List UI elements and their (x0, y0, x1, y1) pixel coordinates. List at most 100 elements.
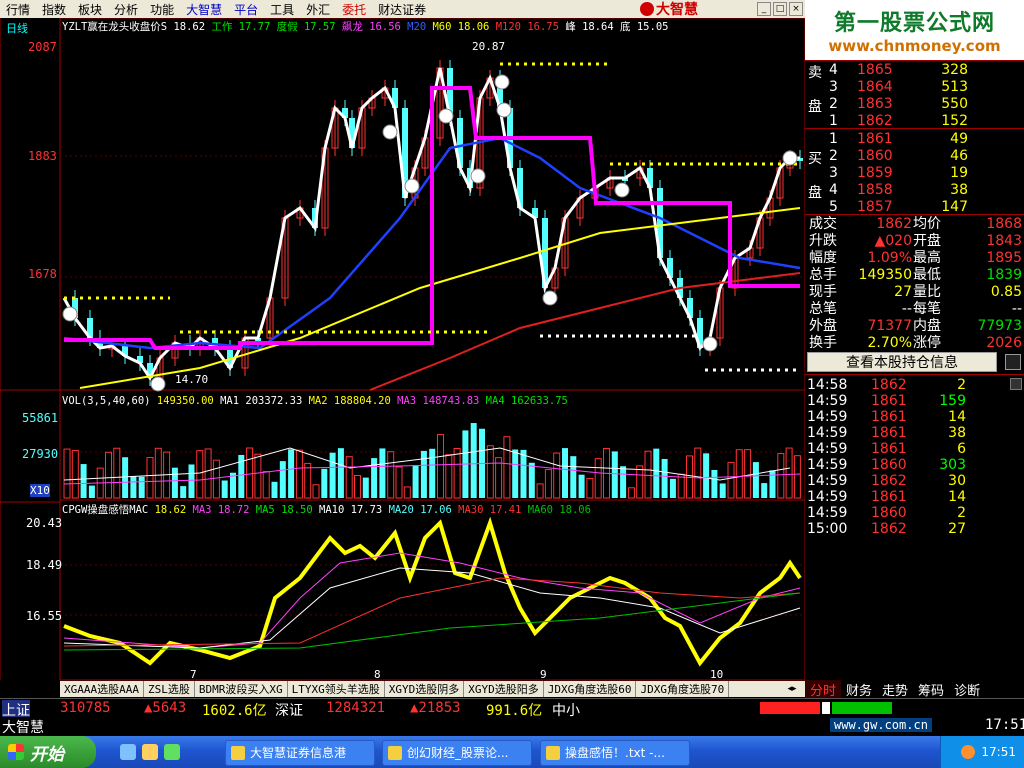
stat-label: 现手 (809, 284, 837, 300)
tab-timeshare[interactable]: 分时 (805, 679, 842, 699)
volume: 147 (941, 199, 968, 215)
taskbar-item[interactable]: 大智慧证券信息港 (225, 740, 375, 766)
stat-value: 2.70% (867, 335, 912, 351)
volume-bar (761, 483, 768, 498)
chart-area[interactable] (0, 18, 805, 698)
price: 1862 (857, 113, 893, 129)
tick-price: 1861 (871, 489, 907, 505)
tab-trend[interactable]: 走势 (877, 680, 913, 699)
scroll-up-icon[interactable] (1010, 378, 1022, 390)
stat-value: 0.85 (990, 284, 1022, 300)
stat-label: 总手 (809, 267, 837, 283)
tab-diagnose[interactable]: 诊断 (949, 680, 985, 699)
quote-row: 总手 149350 最低 1839 (805, 267, 1024, 283)
tick-price: 1860 (871, 457, 907, 473)
menu-item[interactable]: 外汇 (300, 1, 336, 18)
formula-tab[interactable]: ZSL选股 (144, 681, 195, 697)
menu-item[interactable]: 分析 (108, 1, 144, 18)
volume-bar (719, 483, 726, 498)
volume-bar (80, 464, 87, 498)
mac-header: CPGW操盘感悟MAC 18.62 MA3 18.72 MA5 18.50 MA… (62, 504, 591, 516)
stat-value: 1.09% (867, 250, 912, 266)
close-button[interactable]: × (789, 2, 803, 16)
tick-volume: 2 (957, 505, 966, 521)
menu-item[interactable]: 工具 (264, 1, 300, 18)
quote-row: 1 1862 152 (805, 113, 1024, 129)
quicklaunch-icon[interactable] (142, 744, 158, 760)
quote-row: 1 1861 49 (805, 131, 1024, 147)
formula-tab[interactable]: JDXG角度选股60 (544, 681, 637, 697)
stat-value: 1868 (986, 216, 1022, 232)
taskbar-item[interactable]: 操盘感悟！.txt -... (540, 740, 690, 766)
price: 1860 (857, 148, 893, 164)
price-axis-label: 1883 (28, 149, 57, 163)
taskbar-item[interactable]: 创幻财经_股票论... (382, 740, 532, 766)
formula-tab[interactable]: LTYXG领头羊选股 (288, 681, 385, 697)
menu-item[interactable]: 行情 (0, 1, 36, 18)
quote-row: 外盘 71377 内盘 77973 (805, 318, 1024, 334)
volume-bar (611, 451, 618, 498)
menu-item[interactable]: 板块 (72, 1, 108, 18)
formula-tab[interactable]: BDMR波段买入XG (195, 681, 288, 697)
start-button[interactable]: 开始 (0, 736, 96, 768)
menu-item[interactable]: 委托 (336, 1, 372, 18)
volume-bar (703, 453, 710, 498)
brand-title: 第一股票公式网 (833, 11, 995, 36)
tick-volume: 27 (948, 521, 966, 537)
mac-axis-label: 20.43 (26, 516, 63, 530)
level: 3 (829, 79, 838, 95)
formula-tabs: XGAAA选股AAA ZSL选股 BDMR波段买入XG LTYXG领头羊选股 X… (60, 681, 805, 697)
quote-row: 升跌 ▲020 开盘 1843 (805, 233, 1024, 249)
quote-row: 幅度 1.09% 最高 1895 (805, 250, 1024, 266)
quicklaunch-icon[interactable] (120, 744, 136, 760)
volume: 49 (950, 131, 968, 147)
menu-item[interactable]: 财达证券 (372, 1, 432, 18)
price-axis-label: 2087 (28, 40, 57, 54)
market-breadth-bar (760, 702, 960, 714)
mac-axis-label: 16.55 (26, 609, 63, 623)
minimize-button[interactable]: _ (757, 2, 771, 16)
tray-icon[interactable] (961, 745, 976, 759)
tick-volume: 6 (957, 441, 966, 457)
smiley-icon (470, 168, 486, 184)
volume: 513 (941, 79, 968, 95)
tick-time: 14:59 (807, 393, 848, 409)
tick-price: 1861 (871, 409, 907, 425)
formula-tab[interactable]: XGAAA选股AAA (60, 681, 144, 697)
smiley-icon (62, 306, 78, 322)
price: 1858 (857, 182, 893, 198)
tab-scroll-icon[interactable]: ◂▸ (780, 683, 804, 695)
menu-item[interactable]: 平台 (228, 1, 264, 18)
mac-axis-label: 18.49 (26, 558, 63, 572)
period-label[interactable]: 日线 (6, 20, 28, 36)
formula-tab[interactable]: XGYD选股阳多 (464, 681, 544, 697)
stat-label: 开盘 (913, 233, 941, 249)
menu-item[interactable]: 功能 (144, 1, 180, 18)
formula-tab[interactable]: XGYD选股阴多 (385, 681, 465, 697)
quicklaunch-icon[interactable] (164, 744, 180, 760)
stat-value: 1839 (986, 267, 1022, 283)
formula-tab[interactable]: JDXG角度选股70 (636, 681, 730, 697)
notepad-icon (546, 746, 560, 760)
index-status-bar: 上证 310785 ▲5643 1602.6亿 深证 1284321 ▲2185… (0, 698, 1024, 720)
quote-row: 14:58 1862 2 (805, 377, 1024, 393)
scroll-arrow-icon[interactable] (1005, 354, 1021, 370)
volume-bar (570, 456, 577, 498)
volume-bar (321, 468, 328, 498)
quote-row: 14:59 1861 6 (805, 441, 1024, 457)
volume-bar (122, 457, 129, 498)
smiley-icon (382, 124, 398, 140)
maximize-button[interactable]: □ (773, 2, 787, 16)
volume-scale-label: X10 (30, 484, 50, 497)
app-logo: 大智慧 (640, 0, 730, 18)
tab-finance[interactable]: 财务 (841, 680, 877, 699)
stat-label: 幅度 (809, 250, 837, 266)
tick-time: 14:59 (807, 457, 848, 473)
tab-chips[interactable]: 筹码 (913, 680, 949, 699)
quote-row: 14:59 1861 14 (805, 409, 1024, 425)
view-holdings-button[interactable]: 查看本股持仓信息 (807, 352, 997, 372)
quote-row: 成交 1862 均价 1868 (805, 216, 1024, 232)
menu-item[interactable]: 指数 (36, 1, 72, 18)
brand-banner[interactable]: 第一股票公式网 www.chnmoney.com (805, 0, 1024, 60)
menu-item[interactable]: 大智慧 (180, 1, 228, 18)
